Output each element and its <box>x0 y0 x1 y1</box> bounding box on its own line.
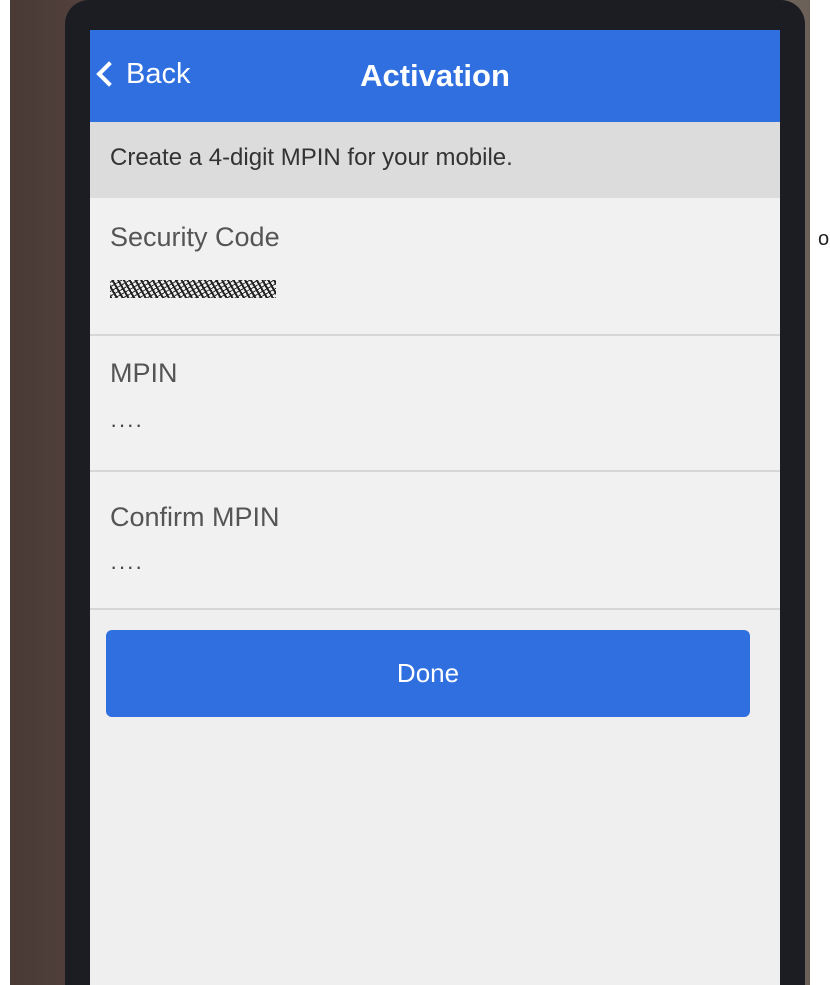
confirm-mpin-field[interactable]: Confirm MPIN ···· <box>90 472 780 610</box>
stray-character: o <box>818 228 830 250</box>
security-code-label: Security Code <box>110 222 280 252</box>
navigation-bar: Back Activation <box>90 30 780 122</box>
instruction-text: Create a 4-digit MPIN for your mobile. <box>110 144 513 171</box>
page-title: Activation <box>360 58 510 93</box>
app-screen: Back Activation Create a 4-digit MPIN fo… <box>90 30 780 985</box>
confirm-mpin-label: Confirm MPIN <box>110 502 280 532</box>
done-button[interactable]: Done <box>106 630 750 717</box>
security-code-redacted-value <box>110 280 276 298</box>
mpin-value: ···· <box>110 412 144 437</box>
confirm-mpin-value: ···· <box>110 554 144 579</box>
mpin-label: MPIN <box>110 358 178 388</box>
instruction-banner: Create a 4-digit MPIN for your mobile. <box>90 122 780 198</box>
mpin-field[interactable]: MPIN ···· <box>90 336 780 472</box>
security-code-field[interactable]: Security Code <box>90 198 780 336</box>
